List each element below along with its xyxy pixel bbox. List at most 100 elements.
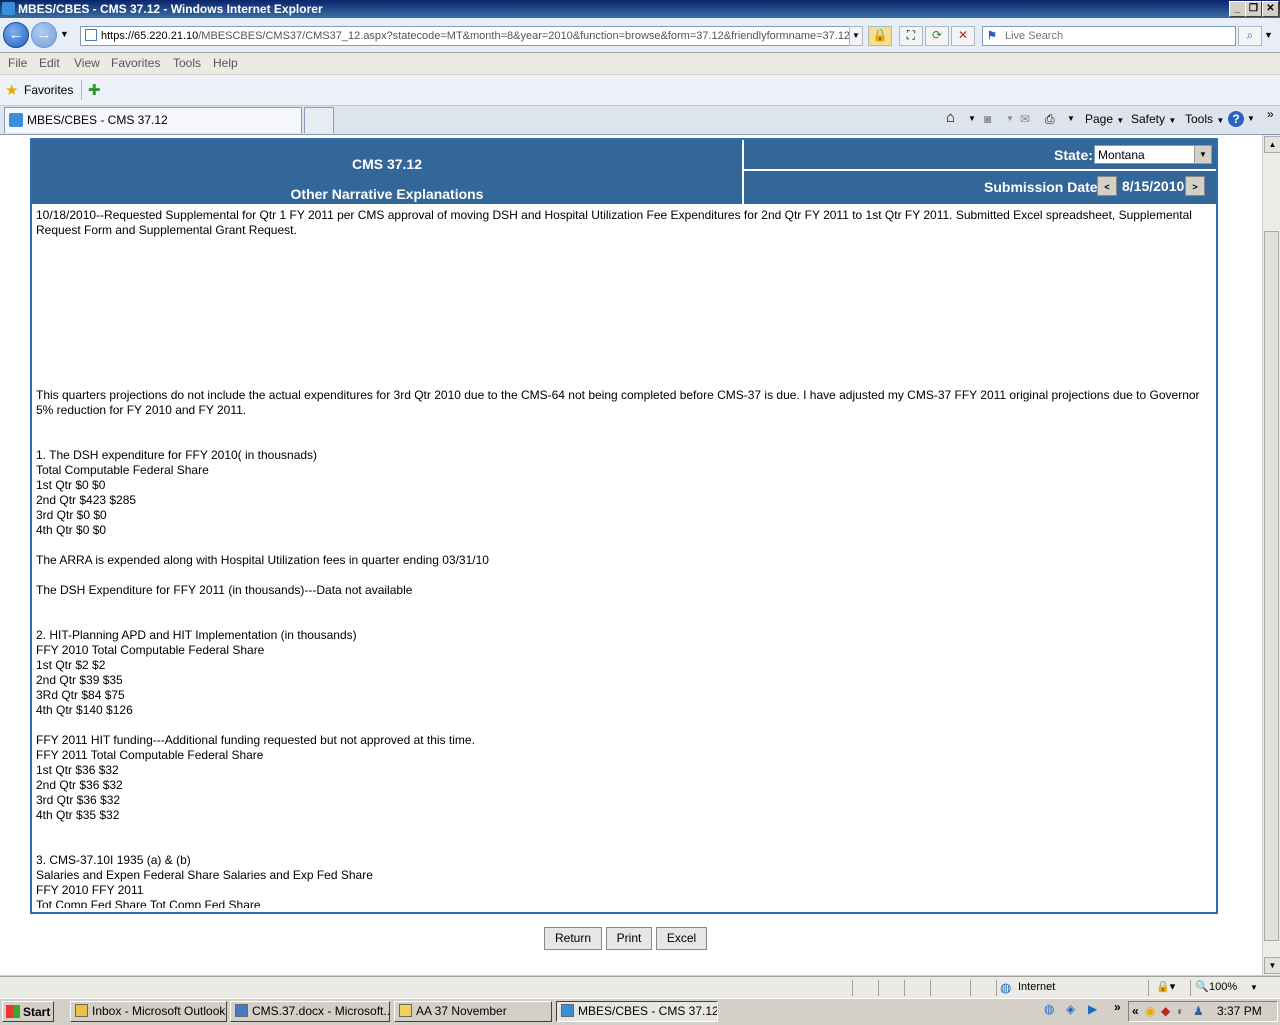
window-title-bar[interactable]: MBES/CBES - CMS 37.12 - Windows Internet… xyxy=(0,0,1280,18)
menu-edit[interactable]: Edit xyxy=(39,53,60,74)
home-dropdown-icon[interactable]: ▼ xyxy=(968,111,976,127)
help-dropdown-icon[interactable]: ▼ xyxy=(1247,111,1255,127)
quicklaunch-more-icon[interactable]: » xyxy=(1114,1000,1121,1014)
submission-date-label: Submission Date: xyxy=(984,179,1103,195)
refresh-icon[interactable]: ⟳ xyxy=(925,26,949,46)
address-dropdown-icon[interactable]: ▼ xyxy=(849,26,863,46)
menu-help[interactable]: Help xyxy=(213,53,238,74)
menu-favorites[interactable]: Favorites xyxy=(111,53,160,74)
tools-menu[interactable]: Tools ▼ xyxy=(1185,111,1224,129)
narrative-text[interactable]: 10/18/2010--Requested Supplemental for Q… xyxy=(36,208,1214,908)
menu-file[interactable]: File xyxy=(8,53,27,74)
maximize-button[interactable]: ❐ xyxy=(1245,1,1262,17)
zoom-level[interactable]: 100% xyxy=(1209,977,1237,998)
search-input[interactable]: ⚑ Live Search xyxy=(982,26,1236,46)
word-icon xyxy=(235,1004,248,1017)
menu-view[interactable]: View xyxy=(74,53,100,74)
page-menu-label: Page xyxy=(1085,112,1114,126)
excel-button[interactable]: Excel xyxy=(656,927,707,950)
page-icon xyxy=(85,29,97,41)
scroll-up-icon[interactable]: ▲ xyxy=(1264,136,1280,153)
folder-icon xyxy=(399,1004,412,1017)
lock-icon[interactable]: 🔒 xyxy=(868,26,892,46)
task-word[interactable]: CMS.37.docx - Microsoft... xyxy=(230,1001,390,1022)
search-options-icon[interactable]: ▼ xyxy=(1264,30,1273,40)
print-icon[interactable]: ⎙ xyxy=(1045,111,1055,127)
address-host: https://65.220.21.10 xyxy=(101,30,199,42)
home-icon[interactable]: ⌂ xyxy=(946,110,955,125)
print-dropdown-icon[interactable]: ▼ xyxy=(1067,111,1075,127)
protected-mode-icon[interactable]: 🔒▾ xyxy=(1156,977,1175,998)
status-divider xyxy=(1148,980,1149,996)
favorites-star-icon: ★ xyxy=(5,82,19,99)
status-divider xyxy=(904,980,905,996)
page-menu[interactable]: Page ▼ xyxy=(1085,111,1124,129)
compatibility-icon[interactable]: ⛶ xyxy=(899,26,923,46)
tools-menu-label: Tools xyxy=(1185,112,1214,126)
search-go-icon[interactable]: ⌕ xyxy=(1238,26,1262,46)
add-to-favorites-bar-icon[interactable]: ✚ xyxy=(88,81,101,99)
quicklaunch-app-icon[interactable]: ◈ xyxy=(1066,1002,1075,1016)
tray-expand-icon[interactable]: « xyxy=(1132,1002,1139,1021)
menu-bar: File Edit View Favorites Tools Help xyxy=(0,53,1280,74)
task-outlook[interactable]: Inbox - Microsoft Outlook xyxy=(70,1001,227,1022)
task-ie[interactable]: MBES/CBES - CMS 37.12 ... xyxy=(556,1001,718,1022)
print-button[interactable]: Print xyxy=(606,927,652,950)
favorites-button[interactable]: Favorites xyxy=(24,83,73,97)
help-icon[interactable]: ? xyxy=(1228,111,1244,127)
start-label: Start xyxy=(23,1005,51,1019)
ie-icon xyxy=(2,2,15,15)
windows-logo-icon xyxy=(6,1005,20,1018)
start-button[interactable]: Start xyxy=(2,1001,54,1022)
task-label: CMS.37.docx - Microsoft... xyxy=(252,1004,390,1018)
tab-title: MBES/CBES - CMS 37.12 xyxy=(27,113,168,127)
ie-icon xyxy=(561,1004,574,1017)
zoom-dropdown-icon[interactable]: ▼ xyxy=(1250,977,1258,998)
minimize-button[interactable]: _ xyxy=(1229,1,1246,17)
address-bar[interactable]: https://65.220.21.10/MBESCBES/CMS37/CMS3… xyxy=(80,26,862,46)
clock[interactable]: 3:37 PM xyxy=(1217,1002,1262,1021)
previous-submission-button[interactable]: < xyxy=(1097,176,1117,196)
task-folder[interactable]: AA 37 November xyxy=(394,1001,552,1022)
status-divider xyxy=(1190,980,1191,996)
scroll-down-icon[interactable]: ▼ xyxy=(1264,957,1280,974)
chevron-more-icon[interactable]: » xyxy=(1267,106,1274,122)
read-mail-icon[interactable]: ✉ xyxy=(1020,111,1030,127)
safety-menu[interactable]: Safety ▼ xyxy=(1131,111,1176,129)
narrative-form: CMS 37.12 Other Narrative Explanations S… xyxy=(30,138,1218,914)
tray-outlook-icon[interactable]: ◉ xyxy=(1145,1002,1155,1021)
address-path: /MBESCBES/CMS37/CMS37_12.aspx?statecode=… xyxy=(198,30,851,42)
zoom-icon[interactable]: 🔍 xyxy=(1195,977,1209,998)
feeds-icon[interactable]: ◙ xyxy=(984,111,991,127)
close-button[interactable]: ✕ xyxy=(1262,1,1279,17)
tray-network-icon[interactable]: ◐ xyxy=(1177,1002,1184,1021)
scroll-thumb[interactable] xyxy=(1264,231,1279,941)
state-select[interactable]: Montana ▼ xyxy=(1094,145,1212,164)
new-tab-button[interactable] xyxy=(304,107,334,133)
tab-current[interactable]: MBES/CBES - CMS 37.12 xyxy=(4,107,302,133)
system-tray: « ◉ ◆ ◐ ♟ 3:37 PM xyxy=(1128,1001,1278,1022)
vertical-scrollbar[interactable]: ▲ ▼ xyxy=(1262,135,1280,975)
return-button[interactable]: Return xyxy=(544,927,602,950)
menu-tools[interactable]: Tools xyxy=(173,53,201,74)
status-divider xyxy=(996,980,997,996)
favorites-bar: ★ Favorites ✚ xyxy=(0,75,1280,106)
back-button[interactable]: ← xyxy=(3,22,29,48)
security-zone: Internet xyxy=(1018,981,1056,993)
recent-pages-dropdown-icon[interactable]: ▼ xyxy=(60,29,69,39)
feeds-dropdown-icon[interactable]: ▼ xyxy=(1006,111,1014,127)
next-submission-button[interactable]: > xyxy=(1185,176,1205,196)
status-divider xyxy=(970,980,971,996)
tray-user-icon[interactable]: ♟ xyxy=(1193,1002,1204,1021)
live-search-icon: ⚑ xyxy=(987,30,997,42)
navigation-bar: ← → ▼ https://65.220.21.10/MBESCBES/CMS3… xyxy=(0,18,1280,53)
quicklaunch-ie-icon[interactable]: ◍ xyxy=(1044,1002,1054,1016)
status-divider xyxy=(930,980,931,996)
state-value: Montana xyxy=(1098,148,1145,162)
tray-antivirus-icon[interactable]: ◆ xyxy=(1161,1002,1170,1021)
status-divider xyxy=(878,980,879,996)
favbar-divider xyxy=(81,80,82,100)
stop-icon[interactable]: ✕ xyxy=(951,26,975,46)
quicklaunch-media-icon[interactable]: ▶ xyxy=(1088,1002,1097,1016)
forward-button[interactable]: → xyxy=(31,22,57,48)
